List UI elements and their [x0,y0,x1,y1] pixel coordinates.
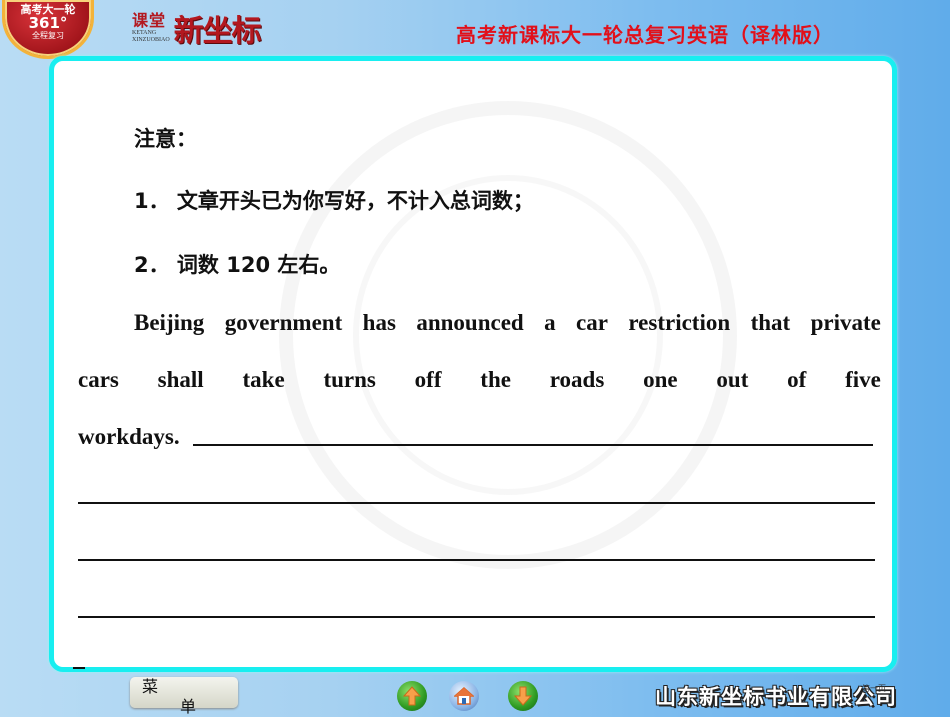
answer-blank-1[interactable] [193,444,873,446]
passage-word: out [716,367,749,392]
passage-word: five [845,367,881,392]
answer-blank-4[interactable] [78,616,875,618]
passage-word: shall [157,367,204,392]
company-name: 山东新坐标书业有限公司 [655,685,897,709]
arrow-up-icon [403,686,421,706]
home-icon [454,686,474,705]
passage-word: restriction [628,310,731,335]
note-item-2: 2． 词数 120 左右。 [134,253,341,277]
answer-blank-2[interactable] [78,502,875,504]
passage-word: roads [549,367,605,392]
passage-word: turns [323,367,376,392]
trailing-mark [73,667,85,669]
logo-small: 课堂 KETANG XINZUOBIAO [132,12,170,44]
passage-line-1: Beijing government has announced a car restric… [134,310,881,336]
passage-line-3: workdays. [78,424,180,449]
passage-word: one [643,367,678,392]
logo-small-en1: KETANG [132,30,157,36]
next-page-button[interactable] [508,681,538,711]
page-label: 第一页 [862,684,886,693]
passage-word: has [362,310,396,335]
arrow-down-icon [514,686,532,706]
passage-line-2: cars shall take turns off the roads one out of fiv… [78,367,881,393]
note-heading: 注意： [134,127,197,151]
course-badge: 高考大一轮 361° 全程复习 [2,0,94,59]
passage-line-1-text: Beijing government has announced a car restric… [134,310,881,336]
prev-page-button[interactable] [397,681,427,711]
menu-label-1: 菜 [142,677,159,696]
passage-word: cars [78,367,119,392]
passage-word: that [750,310,791,335]
content-panel: 注意： 1． 文章开头已为你写好，不计入总词数； 2． 词数 120 左右。 B… [49,56,897,672]
answer-blank-3[interactable] [78,559,875,561]
passage-word: of [787,367,807,392]
passage-word: announced [416,310,524,335]
passage-word: a [544,310,556,335]
page-title: 高考新课标大一轮总复习英语（译林版） [456,23,834,47]
logo-small-zh: 课堂 [132,11,167,30]
passage-word: government [224,310,343,335]
badge-line-2: 361° [28,14,68,32]
passage-word: the [480,367,511,392]
logo-small-en2: XINZUOBIAO [132,37,170,43]
passage-word: Beijing [134,310,205,335]
note-item-1: 1． 文章开头已为你写好，不计入总词数； [134,189,534,213]
logo-big: 新坐标 [173,14,262,49]
passage-word: off [414,367,442,392]
passage-word: car [576,310,608,335]
home-button[interactable] [449,681,479,711]
passage-word: private [810,310,881,335]
menu-label-2: 单 [180,697,197,716]
menu-button[interactable]: 菜 单 [130,677,238,716]
passage-word: take [242,367,285,392]
badge-line-3: 全程复习 [32,31,64,40]
brand-logo: 课堂 KETANG XINZUOBIAO 新坐标 [132,8,262,50]
